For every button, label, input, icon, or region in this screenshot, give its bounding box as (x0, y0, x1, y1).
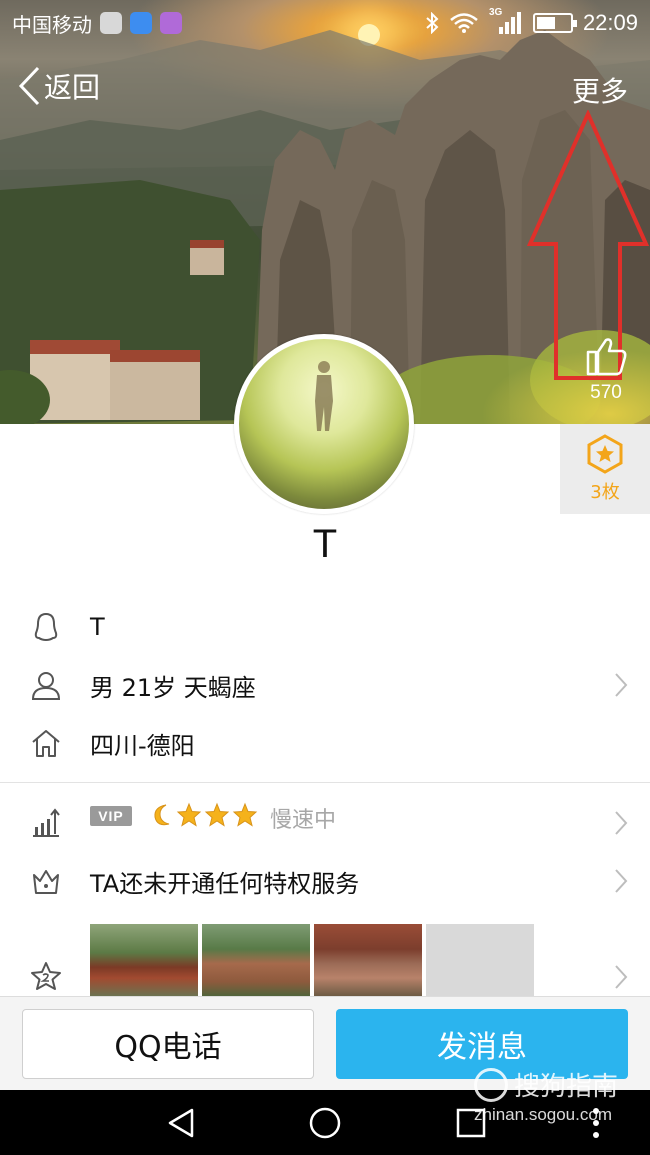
nav-home-icon[interactable] (308, 1106, 342, 1140)
chevron-right-icon (615, 965, 628, 989)
medal-count: 3枚 (590, 482, 620, 503)
photo-strip (90, 924, 534, 996)
star-badge-icon (31, 962, 61, 990)
star-icon (232, 802, 258, 827)
avatar[interactable] (234, 334, 414, 514)
back-label: 返回 (44, 71, 101, 104)
penguin-icon (34, 612, 58, 642)
chevron-right-icon (615, 811, 628, 835)
home-icon (32, 730, 60, 757)
bluetooth-icon (426, 12, 439, 34)
battery-icon (532, 13, 577, 33)
back-button[interactable]: 返回 (18, 66, 100, 106)
crown-icon (33, 870, 59, 894)
section-divider (0, 782, 650, 783)
battery-level (536, 17, 556, 29)
sogou-logo-icon (474, 1067, 508, 1102)
vip-status: 慢速中 (270, 808, 337, 833)
gallery-notification-icon (160, 12, 182, 34)
avatar-figure (315, 361, 333, 431)
like-count: 570 (590, 382, 622, 403)
album-photo[interactable] (90, 924, 198, 996)
location: 四川-德阳 (90, 731, 195, 760)
watermark-url: zhinan.sogou.com (474, 1105, 612, 1124)
medal-button[interactable]: 3枚 (560, 424, 650, 514)
level-up-icon (33, 808, 60, 837)
nav-back-icon[interactable] (164, 1106, 198, 1140)
like-button[interactable]: 570 (562, 336, 650, 424)
app-notification-icon (100, 12, 122, 34)
basic-info-row[interactable]: 男 21岁 天蝎座 (0, 656, 650, 714)
star-icon (204, 802, 230, 827)
qq-name: T (90, 613, 105, 641)
qq-call-button[interactable]: QQ电话 (22, 1009, 314, 1079)
watermark: 搜狗指南 zhinan.sogou.com (474, 1066, 618, 1125)
privilege-text: TA还未开通任何特权服务 (90, 869, 360, 898)
thumbs-up-icon (586, 338, 627, 376)
chevron-left-icon (18, 66, 40, 106)
qq-name-row: T (0, 598, 650, 656)
person-icon (31, 672, 61, 700)
vip-tag: VIP (90, 806, 132, 826)
app-notification-icon (130, 12, 152, 34)
status-bar: 中国移动 3G 22:09 (0, 0, 650, 46)
chevron-right-icon (615, 673, 628, 697)
star-icon (176, 802, 202, 827)
medal-star-icon (587, 434, 623, 474)
carrier-name: 中国移动 (12, 12, 92, 37)
vip-row[interactable]: VIP 慢速中 (0, 794, 650, 852)
album-photo-placeholder (426, 924, 534, 996)
basic-info: 男 21岁 天蝎座 (90, 673, 256, 702)
privilege-row[interactable]: TA还未开通任何特权服务 (0, 852, 650, 910)
location-row: 四川-德阳 (0, 714, 650, 772)
chevron-right-icon (615, 869, 628, 893)
vip-level-icons (150, 802, 258, 828)
clock: 22:09 (582, 10, 638, 35)
signal-icon: 3G (489, 7, 523, 35)
album-photo[interactable] (202, 924, 310, 996)
album-photo[interactable] (314, 924, 422, 996)
wifi-icon (450, 13, 478, 33)
nickname: T (312, 522, 338, 566)
more-button[interactable]: 更多 (572, 70, 628, 110)
moon-icon (154, 804, 170, 826)
watermark-brand: 搜狗指南 (514, 1071, 619, 1101)
